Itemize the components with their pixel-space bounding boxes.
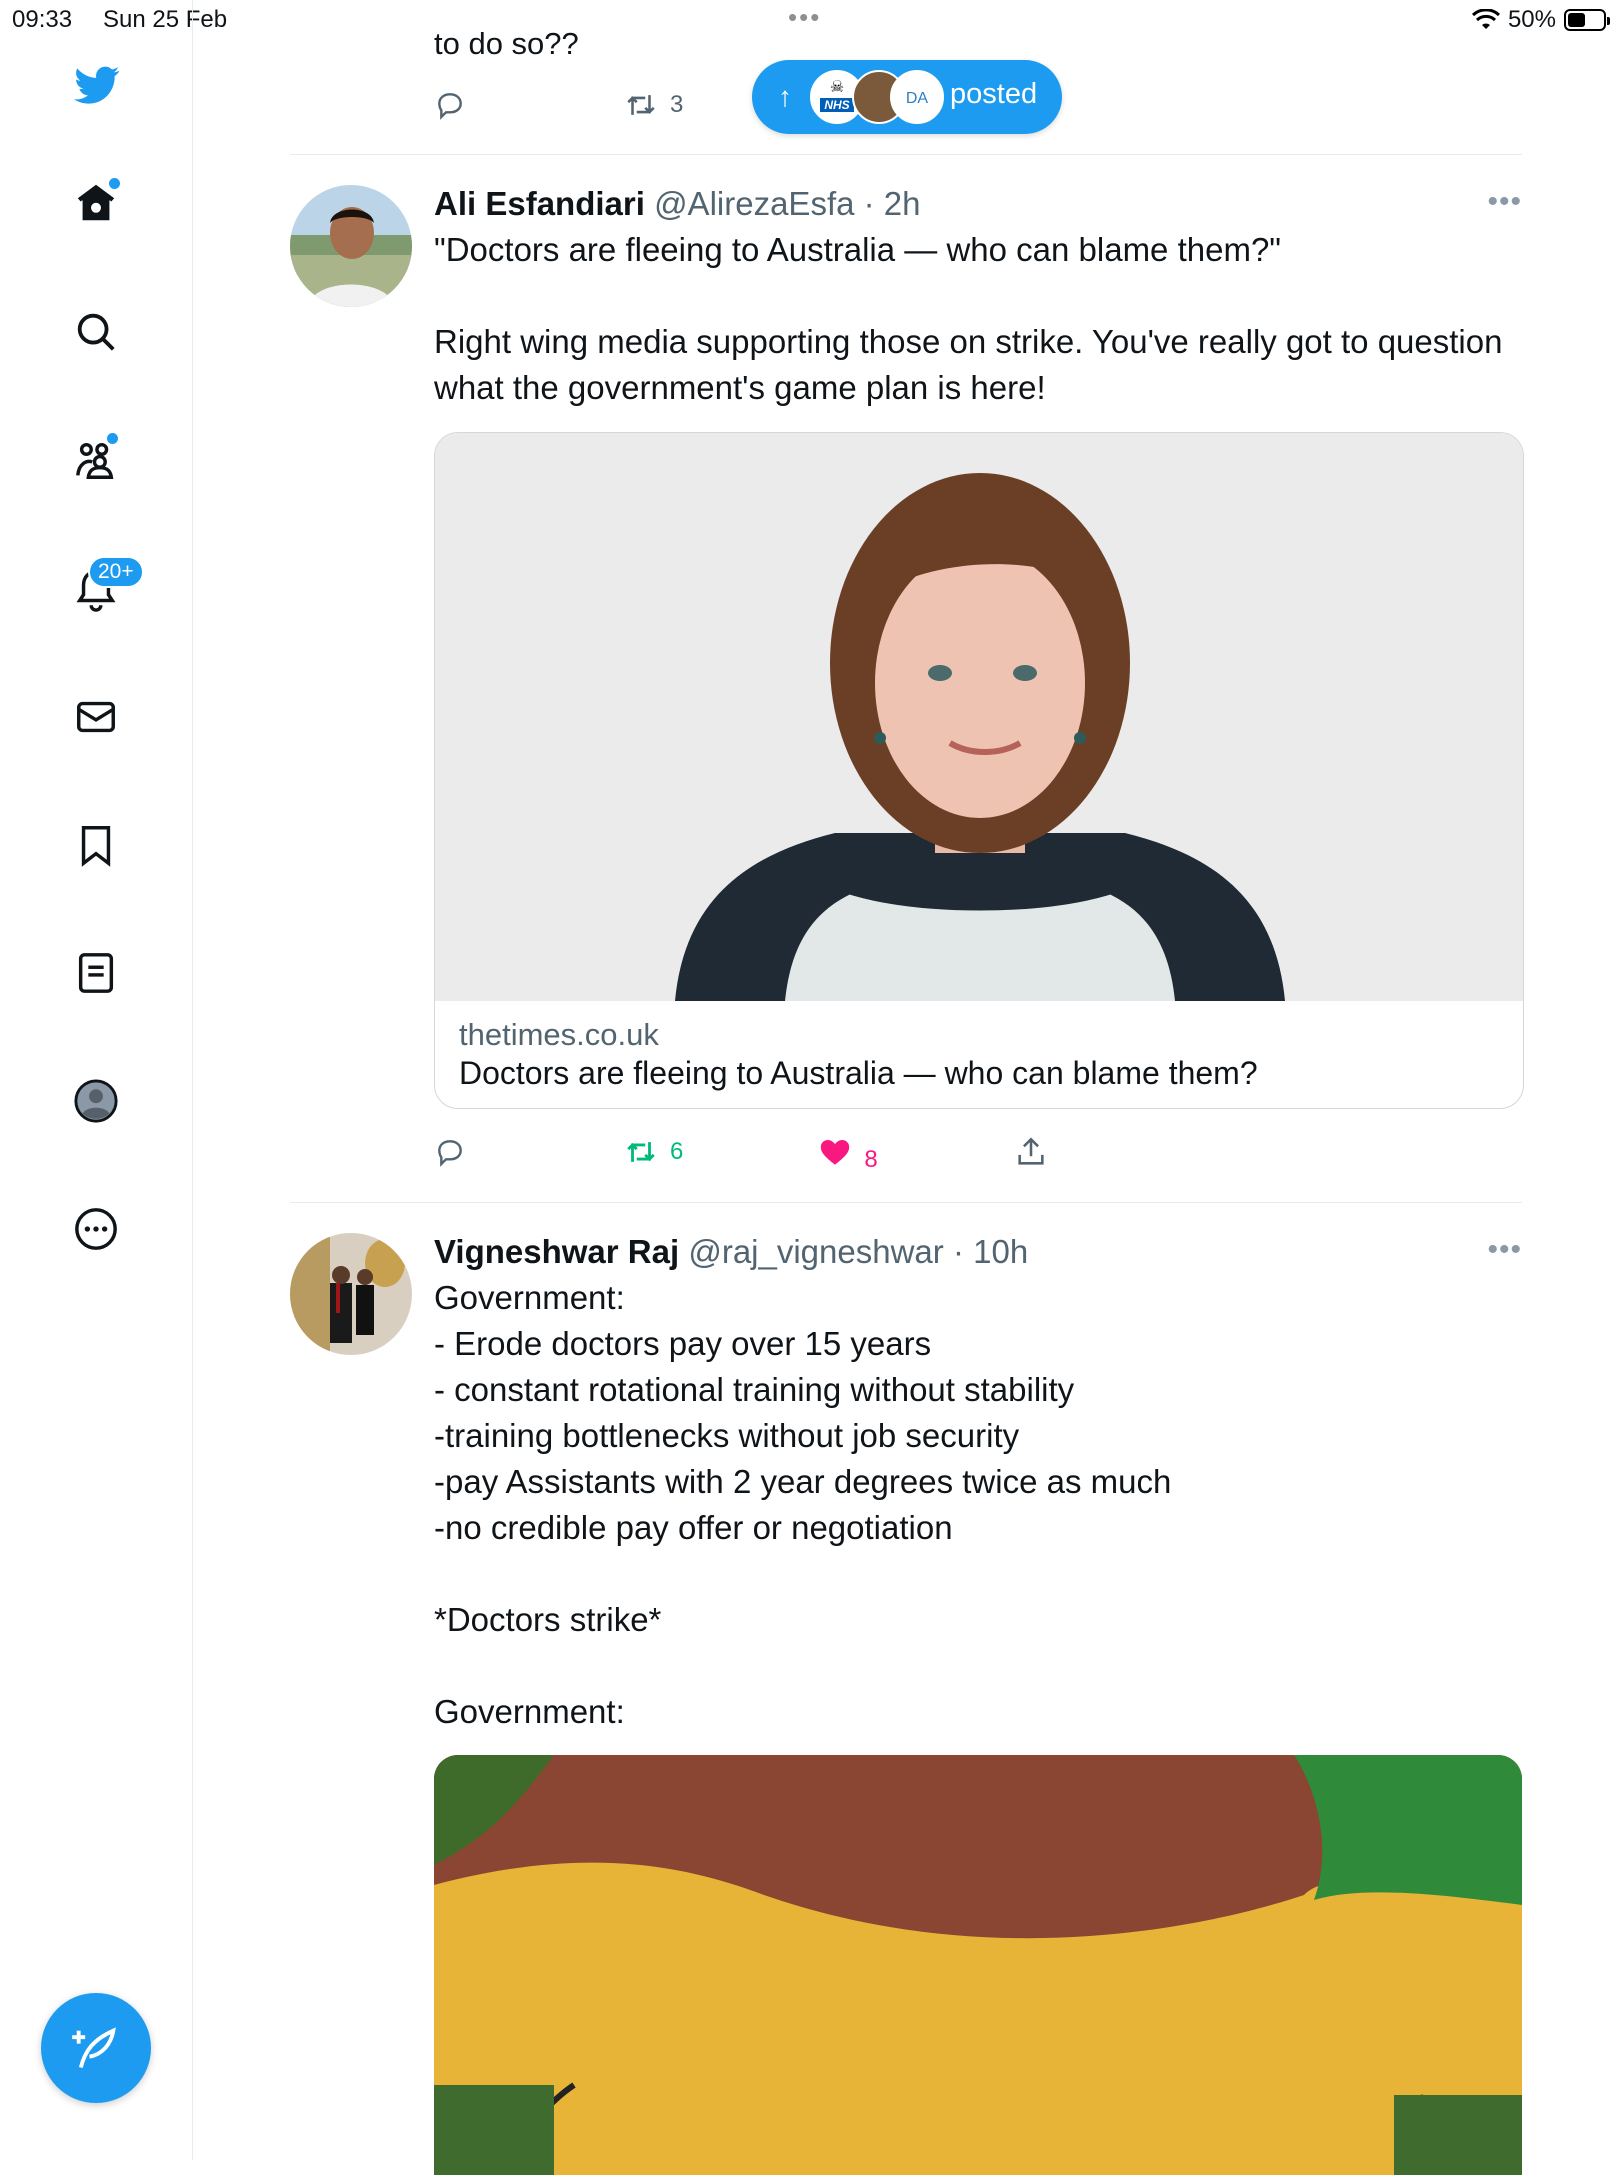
multitasking-dots-icon[interactable]: ••• [788,2,821,33]
mail-icon [77,701,115,733]
avatar[interactable] [290,1233,412,1355]
previous-tweet-actions: 3 [434,88,683,122]
sidebar: 20+ [0,0,193,2160]
status-bar: 09:33 Sun 25 Feb ••• 50% [0,0,1620,40]
link-card-info: thetimes.co.uk Doctors are fleeing to Au… [435,1001,1523,1108]
tweet-text: "Doctors are fleeing to Australia — who … [434,231,1503,406]
author-name[interactable]: Vigneshwar Raj [434,1233,679,1270]
communities-notification-dot [105,431,120,446]
tweet-header: Ali Esfandiari @AlirezaEsfa · 2h [434,185,921,223]
author-handle[interactable]: @AlirezaEsfa [654,185,854,222]
author-handle[interactable]: @raj_vigneshwar [688,1233,943,1270]
reply-button[interactable] [434,89,466,121]
more-circle-icon [75,1208,117,1250]
tweet-media-image[interactable] [434,1755,1522,2175]
battery-icon [1564,9,1610,31]
reply-icon [438,93,462,120]
retweet-button[interactable]: 6 [624,1135,683,1169]
avatar[interactable] [290,185,412,307]
retweet-count: 3 [670,91,684,118]
battery-percent: 50% [1507,6,1556,33]
tweet-time[interactable]: · 2h [864,185,921,222]
reply-button[interactable] [434,1136,466,1168]
more-options-icon[interactable]: ••• [1487,185,1522,219]
arrow-up-icon: ↑ [778,81,792,112]
compose-button[interactable] [41,1993,151,2103]
pill-avatar: DA [890,70,944,124]
twitter-logo-icon[interactable] [70,62,124,108]
compose-feather-icon [72,2027,116,2069]
link-card-domain: thetimes.co.uk [459,1017,659,1052]
tweet-divider [290,1202,1522,1203]
author-name[interactable]: Ali Esfandiari [434,185,645,222]
nav-messages[interactable] [71,692,121,742]
bookmark-icon [81,826,111,867]
nav-home[interactable] [71,176,122,228]
search-icon [77,313,115,351]
notifications-badge: 20+ [88,556,144,588]
like-button[interactable]: 8 [818,1135,878,1173]
more-options-icon[interactable]: ••• [1487,1233,1522,1267]
share-icon [1018,1137,1044,1165]
tweet-header: Vigneshwar Raj @raj_vigneshwar · 10h [434,1233,1028,1271]
pill-avatar-text: NHS [824,98,849,112]
link-card-title: Doctors are fleeing to Australia — who c… [459,1055,1258,1091]
link-card[interactable]: thetimes.co.uk Doctors are fleeing to Au… [434,432,1524,1109]
svg-text:☠: ☠ [830,79,844,96]
status-right: 50% [1471,6,1610,34]
retweet-count: 6 [670,1138,684,1165]
heart-icon [821,1139,850,1165]
nav-bookmarks[interactable] [71,820,121,870]
tweet-time[interactable]: · 10h [953,1233,1028,1270]
tweet-actions: 6 8 [434,1135,1048,1173]
retweet-icon [627,1142,655,1162]
share-button[interactable] [1014,1135,1048,1169]
previous-tweet-text: to do so?? [434,26,579,61]
like-count: 8 [864,1146,878,1173]
tweet-text: Government: - Erode doctors pay over 15 … [434,1279,1172,1730]
link-card-image [435,433,1523,1001]
new-posts-label: posted [950,78,1038,110]
list-icon [78,953,114,993]
nav-communities[interactable] [71,431,121,485]
retweet-button[interactable]: 3 [624,88,683,122]
wifi-icon [1471,9,1500,29]
nav-lists[interactable] [71,948,121,998]
retweet-icon [627,95,655,115]
pill-avatar-text: DA [906,90,929,107]
new-posts-pill[interactable]: ↑ ☠ NHS DA posted [752,60,1062,134]
nav-explore[interactable] [71,307,121,357]
profile-icon [74,1079,118,1123]
nav-profile[interactable] [71,1076,121,1126]
home-notification-dot [107,176,122,191]
reply-icon [438,1140,462,1167]
tweet-divider [290,154,1522,155]
nav-more[interactable] [71,1204,121,1254]
